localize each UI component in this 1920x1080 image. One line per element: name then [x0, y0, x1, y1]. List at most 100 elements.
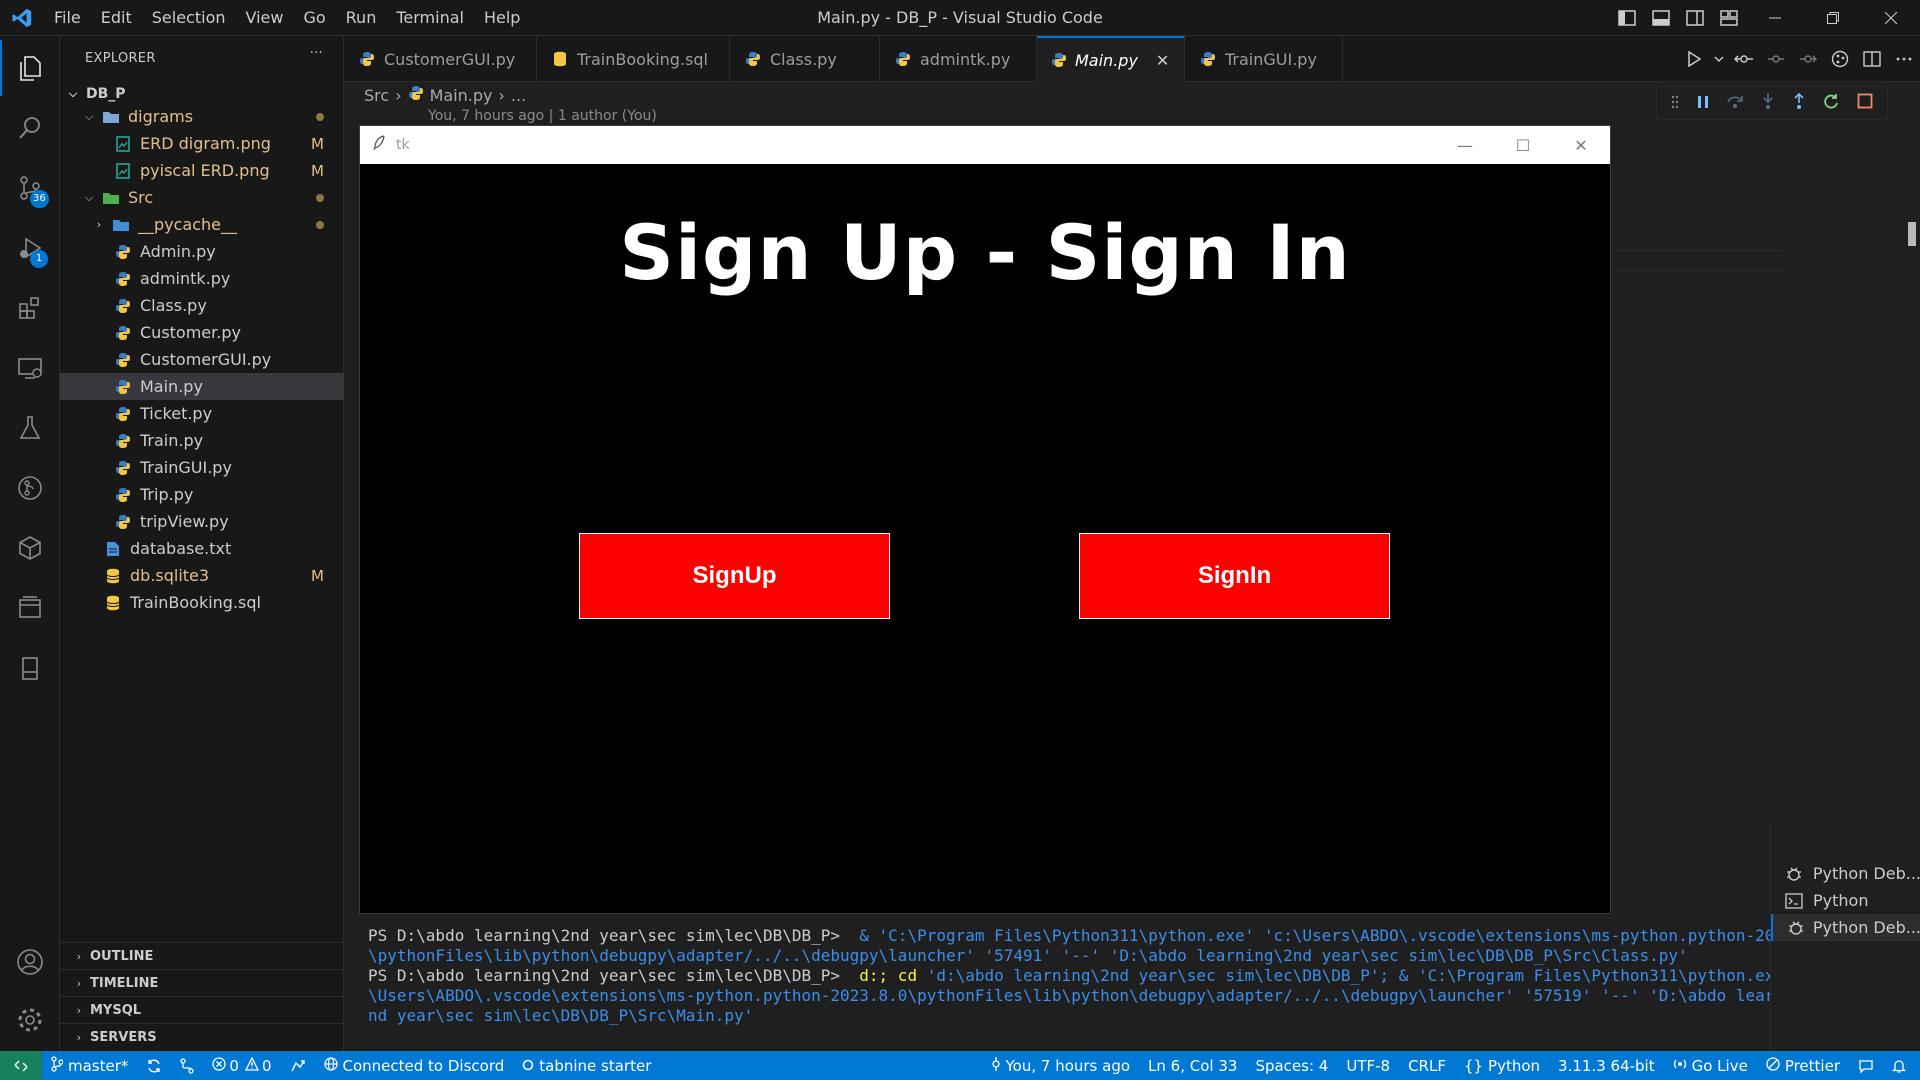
menu-terminal[interactable]: Terminal	[386, 0, 474, 36]
drag-handle-icon[interactable]	[1671, 94, 1679, 113]
tab-traingui[interactable]: TrainGUI.py	[1185, 36, 1343, 82]
section-timeline[interactable]: › TIMELINE	[60, 969, 344, 996]
step-over-icon[interactable]	[1726, 93, 1744, 113]
section-mysql[interactable]: › MYSQL	[60, 996, 344, 1023]
minimize-icon[interactable]	[1746, 0, 1804, 36]
explorer-icon[interactable]	[0, 40, 60, 96]
chevron-down-icon[interactable]	[1710, 55, 1728, 63]
restart-icon[interactable]	[1822, 92, 1840, 114]
stop-icon[interactable]	[1857, 93, 1873, 113]
signin-button[interactable]: SignIn	[1079, 533, 1390, 619]
cube-extension-icon[interactable]	[0, 520, 60, 576]
tree-file-trip[interactable]: Trip.py	[60, 481, 344, 508]
restore-icon[interactable]	[1804, 0, 1862, 36]
run-python-file-icon[interactable]	[1678, 51, 1710, 67]
close-icon[interactable]	[1862, 0, 1920, 36]
tree-file-database-txt[interactable]: database.txt	[60, 535, 344, 562]
more-actions-icon[interactable]	[1888, 57, 1920, 61]
tab-customergui[interactable]: CustomerGUI.py	[344, 36, 537, 82]
discord-status[interactable]: Connected to Discord	[315, 1051, 514, 1080]
explorer-more-icon[interactable]: ···	[310, 46, 323, 61]
tree-file-ticket[interactable]: Ticket.py	[60, 400, 344, 427]
menu-go[interactable]: Go	[293, 0, 335, 36]
go-live[interactable]: Go Live	[1664, 1051, 1757, 1080]
tree-folder-digrams[interactable]: ⌵ digrams	[60, 103, 344, 130]
terminal-session-python-debug[interactable]: Python Deb...	[1771, 860, 1920, 887]
next-change-icon[interactable]	[1792, 51, 1824, 67]
tree-file-traingui[interactable]: TrainGUI.py	[60, 454, 344, 481]
extensions-icon[interactable]	[0, 280, 60, 336]
git-graph-icon[interactable]	[171, 1051, 203, 1080]
encoding[interactable]: UTF-8	[1337, 1051, 1399, 1080]
git-branch[interactable]: master*	[42, 1051, 137, 1080]
menu-view[interactable]: View	[236, 0, 294, 36]
customize-layout-icon[interactable]	[1712, 0, 1746, 36]
scrollbar-thumb[interactable]	[1908, 222, 1916, 246]
section-outline[interactable]: › OUTLINE	[60, 942, 344, 969]
tree-file-class[interactable]: Class.py	[60, 292, 344, 319]
section-servers[interactable]: › SERVERS	[60, 1023, 344, 1050]
signup-button[interactable]: SignUp	[579, 533, 890, 619]
source-control-icon[interactable]: 36	[0, 160, 60, 216]
problems-indicator[interactable]: 0 0	[203, 1051, 280, 1080]
python-interpreter[interactable]: 3.11.3 64-bit	[1549, 1051, 1664, 1080]
terminal-panel[interactable]: PS D:\abdo learning\2nd year\sec sim\lec…	[344, 914, 1832, 1051]
tree-file-tripview[interactable]: tripView.py	[60, 508, 344, 535]
browser-panel-icon[interactable]	[0, 580, 60, 636]
database-panel-icon[interactable]	[0, 640, 60, 696]
tk-minimize-icon[interactable]: —	[1436, 126, 1494, 164]
breadcrumb-folder[interactable]: Src	[364, 86, 389, 105]
tab-trainbooking-sql[interactable]: TrainBooking.sql	[537, 36, 730, 82]
remote-explorer-icon[interactable]	[0, 340, 60, 396]
step-into-icon[interactable]	[1761, 92, 1775, 114]
tk-maximize-icon[interactable]: ☐	[1494, 126, 1552, 164]
menu-selection[interactable]: Selection	[142, 0, 236, 36]
open-changes-icon[interactable]	[1728, 51, 1760, 67]
notifications-bell-icon[interactable]	[1883, 1051, 1920, 1080]
menu-help[interactable]: Help	[474, 0, 530, 36]
file-history-icon[interactable]	[1824, 50, 1856, 68]
toggle-panel-icon[interactable]	[1644, 0, 1678, 36]
prettier-status[interactable]: Prettier	[1757, 1051, 1849, 1080]
tree-file-admintk[interactable]: admintk.py	[60, 265, 344, 292]
tabnine-status[interactable]: tabnine starter	[513, 1051, 660, 1080]
gitlens-icon[interactable]	[0, 460, 60, 516]
terminal-session-python-debug-active[interactable]: Python Deb...	[1771, 914, 1920, 941]
live-share-icon[interactable]	[281, 1051, 315, 1080]
step-out-icon[interactable]	[1792, 92, 1806, 114]
split-editor-icon[interactable]	[1856, 51, 1888, 67]
remote-indicator-icon[interactable]	[0, 1051, 42, 1080]
run-debug-icon[interactable]: 1	[0, 220, 60, 276]
indentation[interactable]: Spaces: 4	[1246, 1051, 1337, 1080]
terminal-session-python[interactable]: Python	[1771, 887, 1920, 914]
sync-icon[interactable]	[137, 1051, 171, 1080]
tab-admintk[interactable]: admintk.py	[880, 36, 1037, 82]
pause-icon[interactable]	[1696, 94, 1710, 113]
tree-file-customer[interactable]: Customer.py	[60, 319, 344, 346]
toggle-primary-sidebar-icon[interactable]	[1610, 0, 1644, 36]
tree-file-trainbooking-sql[interactable]: TrainBooking.sql	[60, 589, 344, 616]
toggle-secondary-sidebar-icon[interactable]	[1678, 0, 1712, 36]
accounts-icon[interactable]	[0, 934, 60, 990]
tree-file-train[interactable]: Train.py	[60, 427, 344, 454]
cursor-position[interactable]: Ln 6, Col 33	[1139, 1051, 1246, 1080]
feedback-icon[interactable]	[1849, 1051, 1883, 1080]
codelens-blame[interactable]: You, 7 hours ago | 1 author (You)	[428, 108, 657, 124]
tab-class[interactable]: Class.py	[730, 36, 880, 82]
tree-file-erd-digram[interactable]: ERD digram.png M	[60, 130, 344, 157]
tk-close-icon[interactable]: ✕	[1552, 126, 1610, 164]
vscode-logo-icon[interactable]	[0, 0, 44, 36]
tree-folder-src[interactable]: ⌵ Src	[60, 184, 344, 211]
breadcrumb-symbol[interactable]: ...	[511, 86, 526, 105]
menu-run[interactable]: Run	[336, 0, 387, 36]
tree-file-db-sqlite3[interactable]: db.sqlite3 M	[60, 562, 344, 589]
menu-file[interactable]: File	[44, 0, 91, 36]
testing-icon[interactable]	[0, 400, 60, 456]
breadcrumb-file[interactable]: Main.py	[430, 86, 493, 105]
tab-close-icon[interactable]: ✕	[1156, 51, 1169, 70]
end-of-line[interactable]: CRLF	[1399, 1051, 1455, 1080]
previous-change-icon[interactable]	[1760, 51, 1792, 67]
language-mode[interactable]: {} Python	[1455, 1051, 1549, 1080]
tree-file-admin[interactable]: Admin.py	[60, 238, 344, 265]
tree-file-pyiscal-erd[interactable]: pyiscal ERD.png M	[60, 157, 344, 184]
